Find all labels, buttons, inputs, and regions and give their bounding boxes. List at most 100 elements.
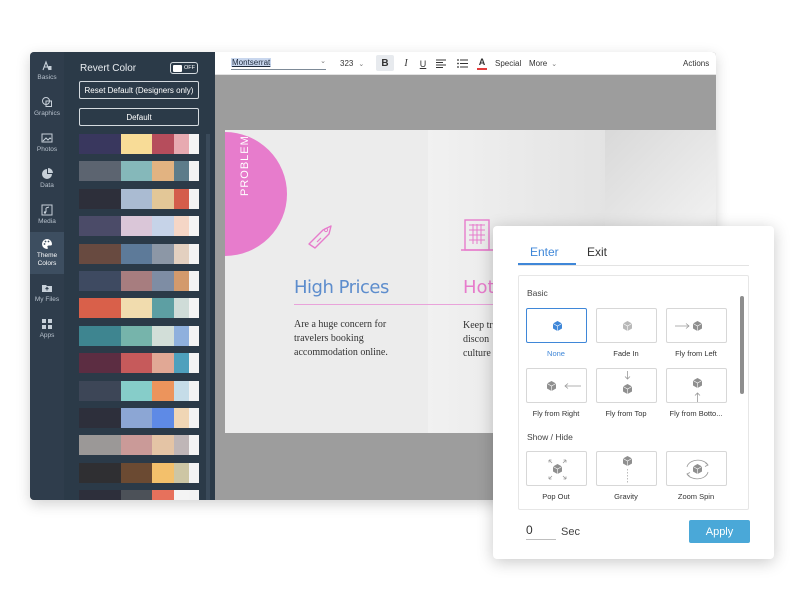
graphics-icon [42,97,52,107]
color-swatch [189,298,199,319]
effect-label: Fly from Top [605,409,647,418]
effect-preview [525,368,587,403]
effect-gravity[interactable]: Gravity [589,451,663,501]
tab-exit[interactable]: Exit [587,245,607,259]
chevron-down-icon: ⌄ [551,60,558,68]
effect-preview [595,451,657,486]
effect-preview [595,368,657,403]
duration-unit-label: Sec [561,526,580,538]
nav-label: Apps [39,332,55,339]
slide-heading[interactable]: High Prices [294,277,389,298]
animation-dialog: Enter Exit Basic None Fade In Fly from L… [493,226,774,559]
effect-fly-from-left[interactable]: Fly from Left [659,308,733,358]
effect-zoom-spin[interactable]: Zoom Spin [659,451,733,501]
palette-option[interactable] [79,134,199,154]
more-button[interactable]: More ⌄ [529,52,557,75]
color-swatch [121,161,152,182]
palette-option[interactable] [79,462,199,483]
effect-fade-in[interactable]: Fade In [589,308,663,358]
color-swatch [189,134,199,154]
color-swatch [189,188,199,209]
revert-color-toggle[interactable]: OFF [170,62,198,74]
color-swatch [152,161,174,182]
nav-item-media[interactable]: Media [30,198,64,234]
color-swatch [79,408,121,428]
actions-button[interactable]: Actions [683,52,709,75]
color-swatch [121,243,152,264]
color-swatch [121,188,152,209]
palette-option[interactable] [79,353,199,374]
effect-pop-out[interactable]: Pop Out [519,451,593,501]
bold-button[interactable]: B [376,55,394,71]
duration-input[interactable]: 0 [526,523,556,540]
effect-label: Gravity [614,492,638,501]
font-size-select[interactable]: 323 ⌄ [340,52,368,75]
color-swatch [79,188,121,209]
color-swatch [174,462,189,483]
font-family-value: Montserrat [231,58,272,67]
default-button[interactable]: Default [79,108,199,126]
tab-enter[interactable]: Enter [530,245,559,259]
effect-preview [525,308,587,343]
nav-item-basics[interactable]: Basics [30,54,64,90]
color-swatch [79,435,121,456]
color-swatch [189,216,199,237]
palette-option[interactable] [79,408,199,428]
palette-option[interactable] [79,188,199,209]
nav-item-apps[interactable]: Apps [30,312,64,348]
reset-default-button[interactable]: Reset Default (Designers only) [79,81,199,99]
effect-fly-from-bottom[interactable]: Fly from Botto... [659,368,733,418]
cube-icon [546,381,581,391]
underline-button[interactable]: U [417,52,429,75]
cube-icon [622,456,632,483]
color-swatch [152,325,174,346]
nav-item-photos[interactable]: Photos [30,126,64,162]
effect-label: Pop Out [542,492,570,501]
font-family-select[interactable]: Montserrat ⌄ [231,56,326,70]
slide-heading[interactable]: Hot [463,277,495,298]
apply-button[interactable]: Apply [689,520,750,543]
nav-item-data[interactable]: Data [30,162,64,198]
nav-item-my-files[interactable]: My Files [30,276,64,312]
color-swatch [121,408,152,428]
effect-fly-from-right[interactable]: Fly from Right [519,368,593,418]
color-swatch [174,271,189,291]
panel-scrollbar[interactable] [206,134,210,500]
effect-fly-from-top[interactable]: Fly from Top [589,368,663,418]
effect-none[interactable]: None [519,308,593,358]
color-swatch [152,408,174,428]
palette-option[interactable] [79,325,199,346]
palette-option[interactable] [79,216,199,237]
color-swatch [121,216,152,237]
cube-icon [622,371,632,394]
section-label: PROBLEM [239,135,251,196]
text-color-button[interactable]: A [475,52,489,75]
palette-icon [42,239,52,249]
palette-option[interactable] [79,435,199,456]
color-swatch [79,161,121,182]
color-swatch [79,380,121,401]
color-swatch [121,353,152,374]
nav-item-graphics[interactable]: Graphics [30,90,64,126]
palette-option[interactable] [79,490,199,500]
slide-body-text[interactable]: Are a huge concern for travelers booking… [294,318,404,360]
palette-option[interactable] [79,271,199,291]
align-left-button[interactable] [435,52,447,75]
palette-option[interactable] [79,161,199,182]
text-color-letter: A [478,56,486,67]
palette-option[interactable] [79,380,199,401]
effects-scrollbar[interactable] [740,296,744,394]
color-swatch [121,462,152,483]
special-button[interactable]: Special [495,52,521,75]
revert-color-label: Revert Color [80,63,137,74]
palette-option[interactable] [79,243,199,264]
text-color-swatch [477,67,487,70]
italic-button[interactable]: I [400,52,412,75]
bullet-list-button[interactable] [456,52,468,75]
toggle-state: OFF [184,65,195,71]
palette-option[interactable] [79,298,199,319]
nav-item-theme-colors[interactable]: Theme Colors [30,232,64,274]
nav-label: My Files [34,296,60,303]
effect-label: Fly from Botto... [669,409,723,418]
price-tag-icon [308,225,332,249]
